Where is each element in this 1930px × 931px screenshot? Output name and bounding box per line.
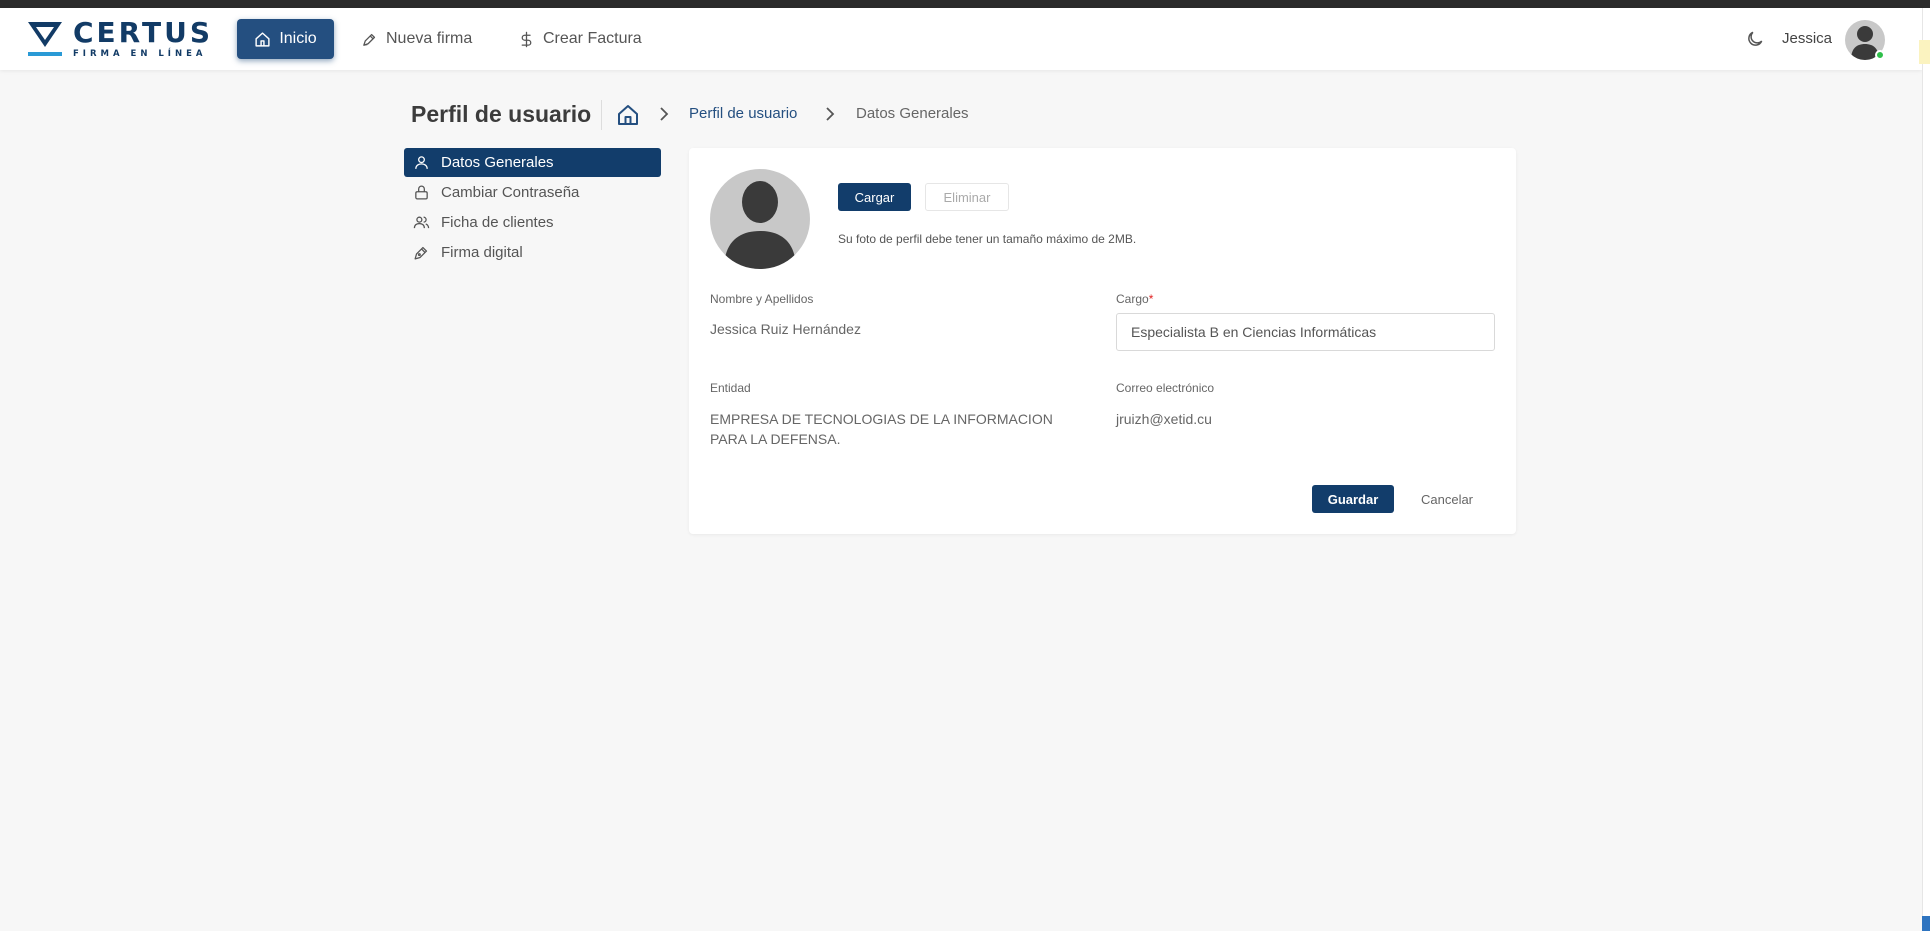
right-edge-corner <box>1922 916 1930 931</box>
chevron-right-icon <box>826 107 835 121</box>
pen-icon <box>363 33 376 46</box>
upload-photo-button[interactable]: Cargar <box>838 183 911 211</box>
chevron-right-icon <box>660 107 669 121</box>
breadcrumb-home-icon[interactable] <box>616 103 640 127</box>
nombre-value: Jessica Ruiz Hernández <box>710 321 861 337</box>
breadcrumb-divider <box>601 100 602 130</box>
home-icon <box>255 31 270 47</box>
nombre-label: Nombre y Apellidos <box>710 292 814 306</box>
photo-size-hint: Su foto de perfil debe tener un tamaño m… <box>838 232 1137 246</box>
brand-name: CERTUS <box>73 16 213 49</box>
nav-inicio-label: Inicio <box>279 30 317 47</box>
online-status-badge <box>1875 50 1885 60</box>
user-name[interactable]: Jessica <box>1782 30 1832 47</box>
cargo-label: Cargo* <box>1116 292 1154 306</box>
users-icon <box>413 216 430 229</box>
top-navbar: CERTUS FIRMA EN LÍNEA Inicio Nueva firma… <box>0 8 1922 70</box>
nav-nueva-firma-button[interactable]: Nueva firma <box>361 19 472 59</box>
entidad-value: EMPRESA DE TECNOLOGIAS DE LA INFORMACION… <box>710 411 1053 447</box>
brand-subtitle: FIRMA EN LÍNEA <box>73 49 207 59</box>
signature-pen-icon <box>414 246 428 260</box>
nav-crear-factura-button[interactable]: Crear Factura <box>518 19 642 59</box>
cargo-input[interactable] <box>1116 313 1495 351</box>
profile-card: Cargar Eliminar Su foto de perfil debe t… <box>689 148 1516 534</box>
correo-label: Correo electrónico <box>1116 381 1215 395</box>
required-mark: * <box>1148 292 1154 306</box>
right-edge-highlight <box>1919 40 1930 64</box>
sidebar-item-label: Firma digital <box>441 244 523 261</box>
correo-value: jruizh@xetid.cu <box>1116 411 1212 427</box>
moon-icon[interactable] <box>1745 29 1765 49</box>
sidebar-item-label: Ficha de clientes <box>441 214 554 231</box>
dollar-icon <box>521 31 532 47</box>
sidebar-item-cambiar-contrasena[interactable]: Cambiar Contraseña <box>404 178 661 207</box>
browser-top-strip <box>0 0 1930 8</box>
sidebar-item-ficha-clientes[interactable]: Ficha de clientes <box>404 208 661 237</box>
sidebar-item-datos-generales[interactable]: Datos Generales <box>404 148 661 177</box>
nav-nueva-firma-label: Nueva firma <box>386 30 473 47</box>
lock-icon <box>415 185 428 200</box>
right-edge-panel <box>1922 8 1930 931</box>
breadcrumb-current: Datos Generales <box>856 105 969 122</box>
sidebar-item-firma-digital[interactable]: Firma digital <box>404 238 661 267</box>
nav-inicio-button[interactable]: Inicio <box>237 19 334 59</box>
sidebar-item-label: Cambiar Contraseña <box>441 184 580 201</box>
delete-photo-button[interactable]: Eliminar <box>925 183 1009 211</box>
sidebar-item-label: Datos Generales <box>441 154 554 171</box>
save-button[interactable]: Guardar <box>1312 485 1394 513</box>
page-title: Perfil de usuario <box>411 101 592 127</box>
entidad-label: Entidad <box>710 381 751 395</box>
breadcrumb-perfil-link[interactable]: Perfil de usuario <box>689 105 797 122</box>
user-icon <box>415 156 428 169</box>
nav-crear-factura-label: Crear Factura <box>543 30 642 47</box>
cancel-button[interactable]: Cancelar <box>1411 485 1483 513</box>
profile-photo <box>710 169 810 269</box>
certus-logo[interactable]: CERTUS FIRMA EN LÍNEA <box>27 19 213 59</box>
certus-logo-mark-icon <box>27 19 63 59</box>
